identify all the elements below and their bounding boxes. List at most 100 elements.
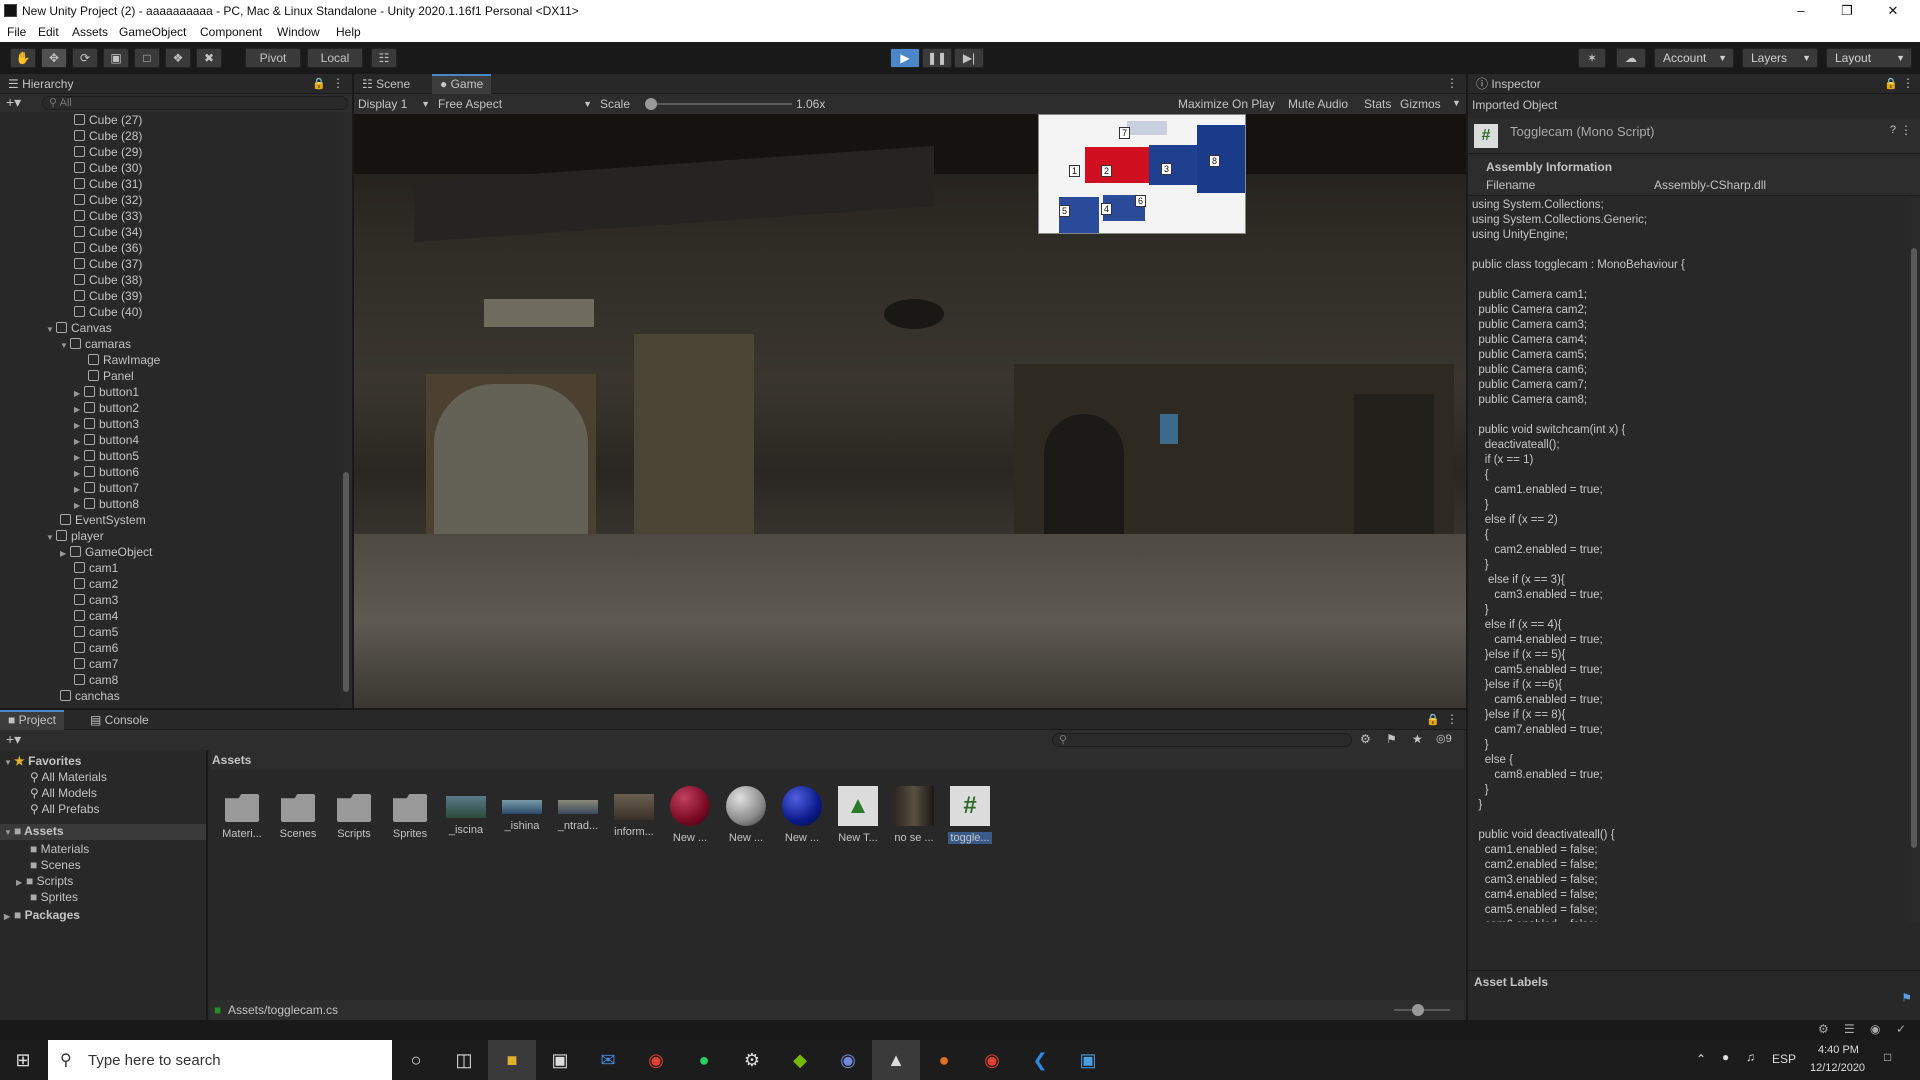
tree-row[interactable]: cam1 [74, 560, 118, 576]
folder-item[interactable]: ■ Scenes [30, 858, 81, 872]
menu-window[interactable]: Window [277, 25, 320, 39]
hierarchy-search-input[interactable]: ⚲ All [42, 96, 348, 110]
microphone-app-icon[interactable]: ● [920, 1040, 968, 1080]
packages-node[interactable]: ▶ ■ Packages [4, 908, 80, 922]
notifications-icon[interactable]: □ [1884, 1050, 1891, 1064]
windows-start-icon[interactable]: ⊞ [0, 1040, 46, 1080]
tab-inspector[interactable]: ⓘ Inspector [1468, 74, 1549, 94]
favorite-item[interactable]: ⚲ All Prefabs [30, 802, 100, 816]
asset-item[interactable]: inform... [606, 786, 662, 856]
tab-console[interactable]: ▤ Console [82, 710, 157, 730]
favorite-star-icon[interactable]: ★ [1412, 732, 1423, 746]
tree-row[interactable]: Cube (34) [74, 224, 142, 240]
vscode-icon[interactable]: ❮ [1016, 1040, 1064, 1080]
tree-row[interactable]: Panel [88, 368, 134, 384]
display-dropdown[interactable]: Display 1 ▼ [358, 96, 432, 112]
tree-row[interactable]: cam6 [74, 640, 118, 656]
tree-row[interactable]: ▶ button8 [74, 496, 139, 512]
folder-item[interactable]: ■ Materials [30, 842, 89, 856]
more-options-icon[interactable]: ⋮ [1900, 123, 1912, 137]
folder-item[interactable]: ■ Sprites [30, 890, 78, 904]
favorites-node[interactable]: ▼ ★ Favorites [4, 754, 81, 768]
tree-row[interactable]: EventSystem [60, 512, 146, 528]
hidden-packages-toggle[interactable]: ◎9 [1436, 732, 1452, 745]
minimap[interactable]: 7 1 2 3 8 5 4 6 [1038, 114, 1246, 234]
favorite-item[interactable]: ⚲ All Materials [30, 770, 107, 784]
expand-arrow-icon[interactable]: ▼ [4, 828, 14, 837]
tree-row[interactable]: Cube (33) [74, 208, 142, 224]
filter-label-icon[interactable]: ⚑ [1386, 732, 1397, 746]
tab-game[interactable]: ● Game [432, 74, 492, 94]
tab-hierarchy[interactable]: ☰ Hierarchy [0, 74, 81, 94]
tree-row[interactable]: ▼ camaras [60, 336, 131, 352]
tree-row[interactable]: ▶ button4 [74, 432, 139, 448]
volume-icon[interactable]: ♫ [1746, 1050, 1755, 1064]
asset-item[interactable]: Scenes [270, 786, 326, 856]
assets-node[interactable]: ▼ ■ Assets [0, 824, 206, 840]
maximize-on-play-toggle[interactable]: Maximize On Play [1178, 97, 1275, 111]
asset-item[interactable]: ▲ New T... [830, 786, 886, 856]
layers-dropdown[interactable]: Layers ▼ [1742, 48, 1818, 68]
grid-snap-icon[interactable]: ☷ [371, 48, 397, 68]
tree-row[interactable]: cam8 [74, 672, 118, 688]
tree-row[interactable]: RawImage [88, 352, 160, 368]
close-icon[interactable]: ✕ [1870, 0, 1916, 22]
tree-row[interactable]: cam3 [74, 592, 118, 608]
clock-time[interactable]: 4:40 PM [1818, 1044, 1859, 1056]
tree-row[interactable]: Cube (27) [74, 112, 142, 128]
tree-row[interactable]: ▶ button1 [74, 384, 139, 400]
progress-icon[interactable]: ✓ [1896, 1022, 1906, 1036]
more-options-icon[interactable]: ⋮ [332, 76, 344, 90]
chevron-down-icon[interactable]: ▼ [1452, 98, 1461, 108]
rotate-tool-icon[interactable]: ⟳ [72, 48, 98, 68]
tree-row[interactable]: Cube (37) [74, 256, 142, 272]
game-viewport[interactable]: 7 1 2 3 8 5 4 6 [354, 114, 1466, 708]
step-button[interactable]: ▶| [954, 48, 984, 68]
filter-type-icon[interactable]: ⚙ [1360, 732, 1371, 746]
tab-project[interactable]: ■ Project [0, 710, 64, 730]
chrome-profile-icon[interactable]: ◉ [968, 1040, 1016, 1080]
more-options-icon[interactable]: ⋮ [1902, 76, 1914, 90]
scrollbar-thumb[interactable] [1911, 248, 1917, 848]
slider-thumb[interactable] [1412, 1004, 1424, 1016]
spotify-icon[interactable]: ● [680, 1040, 728, 1080]
cloud-icon[interactable]: ☁ [1616, 48, 1646, 68]
layout-dropdown[interactable]: Layout ▼ [1826, 48, 1912, 68]
account-dropdown[interactable]: Account ▼ [1654, 48, 1734, 68]
tree-row[interactable]: ▼ player [46, 528, 104, 544]
photos-icon[interactable]: ▣ [1064, 1040, 1112, 1080]
collab-icon[interactable]: ✶ [1578, 48, 1606, 68]
pause-button[interactable]: ❚❚ [922, 48, 952, 68]
microphone-icon[interactable]: ● [1722, 1050, 1729, 1064]
discord-icon[interactable]: ◉ [824, 1040, 872, 1080]
play-button[interactable]: ▶ [890, 48, 920, 68]
nvidia-icon[interactable]: ◆ [776, 1040, 824, 1080]
collapse-arrow-icon[interactable]: ▶ [16, 878, 26, 887]
tree-row[interactable]: ▶ GameObject [60, 544, 152, 560]
cache-server-icon[interactable]: ☰ [1844, 1022, 1855, 1036]
tree-row[interactable]: Cube (38) [74, 272, 142, 288]
asset-item[interactable]: _iscina [438, 786, 494, 856]
aspect-dropdown[interactable]: Free Aspect ▼ [438, 96, 594, 112]
menu-gameobject[interactable]: GameObject [119, 25, 186, 39]
asset-item[interactable]: _ntrad... [550, 786, 606, 856]
tag-icon[interactable]: ⚑ [1901, 991, 1912, 1005]
menu-file[interactable]: File [7, 25, 26, 39]
transform-tool-icon[interactable]: ❖ [165, 48, 191, 68]
asset-item[interactable]: Scripts [326, 786, 382, 856]
tree-row[interactable]: Cube (32) [74, 192, 142, 208]
tree-row[interactable]: Cube (28) [74, 128, 142, 144]
tree-row[interactable]: Cube (30) [74, 160, 142, 176]
store-icon[interactable]: ▣ [536, 1040, 584, 1080]
chrome-icon[interactable]: ◉ [632, 1040, 680, 1080]
custom-tool-icon[interactable]: ✖ [196, 48, 222, 68]
asset-item[interactable]: New ... [774, 786, 830, 856]
rect-tool-icon[interactable]: □ [134, 48, 160, 68]
tree-row[interactable]: ▶ button6 [74, 464, 139, 480]
more-options-icon[interactable]: ⋮ [1446, 712, 1458, 726]
asset-item[interactable]: Materi... [214, 786, 270, 856]
tree-row[interactable]: cam5 [74, 624, 118, 640]
stats-toggle[interactable]: Stats [1364, 97, 1391, 111]
asset-item[interactable]: no se ... [886, 786, 942, 856]
add-icon[interactable]: +▾ [6, 731, 21, 748]
